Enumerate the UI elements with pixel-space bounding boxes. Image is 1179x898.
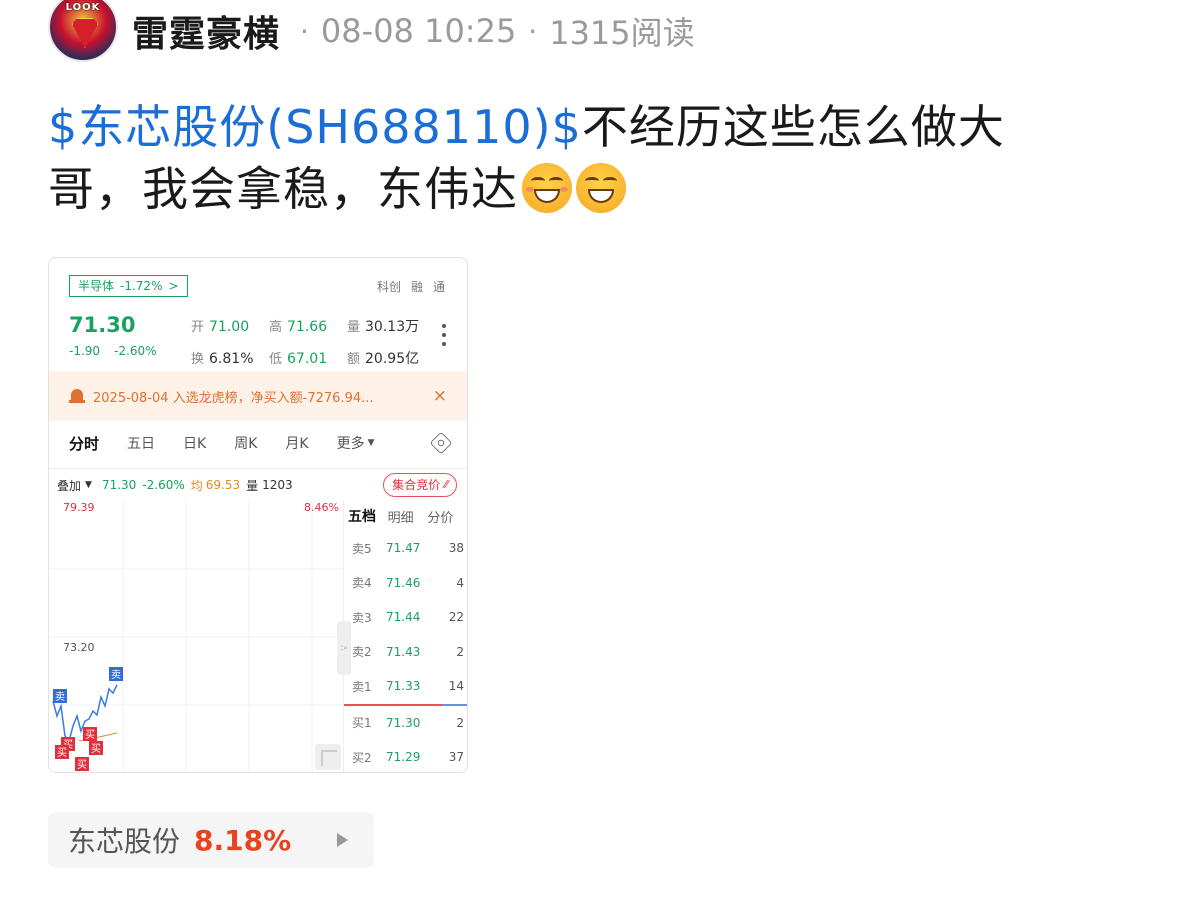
quote-grid: 开 71.00 高 71.66 量 30.13万 换 6.81% 低 67.01 额 20.… xyxy=(191,316,447,368)
ask-row: 卖5 71.47 38 xyxy=(352,541,464,556)
author-name[interactable]: 雷霆豪横 xyxy=(132,5,280,57)
order-book-tabs: 五档 明细 分价 xyxy=(344,501,467,531)
notice-banner[interactable]: 2025-08-04 入选龙虎榜，净买入额-7276.94... × xyxy=(49,371,467,421)
tab-more[interactable]: 更多 ▼ xyxy=(337,433,375,453)
call-auction-button[interactable]: 集合竞价 ⁄⁄ xyxy=(383,473,457,497)
tab-monthly-k[interactable]: 月K xyxy=(285,433,308,453)
play-arrow-icon xyxy=(337,833,348,847)
overlay-label[interactable]: 叠加 xyxy=(57,477,81,494)
tab-five-levels[interactable]: 五档 xyxy=(348,506,388,526)
ask-row: 卖3 71.44 22 xyxy=(352,610,464,625)
svg-text:买: 买 xyxy=(77,759,87,771)
alarm-bell-icon xyxy=(69,388,85,404)
big-grin-emoji-icon xyxy=(576,163,626,213)
change-percent: -2.60% xyxy=(114,344,157,358)
grin-face-emoji-icon xyxy=(522,163,572,213)
tab-five-day[interactable]: 五日 xyxy=(127,433,155,453)
stock-chip-pct: 8.18% xyxy=(194,823,292,857)
meta-separator: · xyxy=(300,14,309,48)
stock-screenshot-card[interactable]: 半导体 -1.72% > 科创 融 通 71.30 -1.90 -2.60% 开… xyxy=(48,257,468,773)
sector-tag[interactable]: 半导体 -1.72% > xyxy=(69,275,188,297)
chart-mid-price: 73.20 xyxy=(63,641,95,654)
fullscreen-icon[interactable] xyxy=(315,744,341,770)
current-price: 71.30 xyxy=(69,313,136,337)
chevron-right-icon: > xyxy=(168,279,179,293)
settings-icon[interactable] xyxy=(429,431,453,455)
quote-amount: 额 20.95亿 xyxy=(347,351,420,367)
chart-tabs: 分时 五日 日K 周K 月K 更多 ▼ xyxy=(69,430,453,456)
avg-label: 均 xyxy=(190,478,203,493)
post-time: 08-08 10:25 xyxy=(320,12,517,50)
meta-separator: · xyxy=(528,14,538,48)
caret-down-icon: ▼ xyxy=(367,438,375,448)
post-header: LOOK 雷霆豪横 · 08-08 10:25 · 1315阅读 xyxy=(48,0,695,62)
stock-link[interactable]: $东芯股份(SH688110)$ xyxy=(48,100,582,154)
vol-value: 1203 xyxy=(262,478,293,492)
post-body: $东芯股份(SH688110)$不经历这些怎么做大哥，我会拿稳，东伟达 xyxy=(48,96,1068,220)
chart-high-price: 79.39 xyxy=(63,501,95,514)
post-meta: · 08-08 10:25 · 1315阅读 xyxy=(288,8,695,54)
svg-text:卖: 卖 xyxy=(55,691,65,703)
ask-row: 卖1 71.33 14 xyxy=(352,679,464,694)
avatar-text: LOOK xyxy=(65,2,101,13)
tab-weekly-k[interactable]: 周K xyxy=(234,433,257,453)
bid-row: 买2 71.29 37 xyxy=(352,750,464,765)
notice-text: 2025-08-04 入选龙虎榜，净买入额-7276.94... xyxy=(93,390,374,406)
stock-chip[interactable]: 东芯股份 8.18% xyxy=(48,812,374,868)
overlay-row: 叠加 ▼ 71.30 -2.60% 均 69.53 量 1203 集合竞价 ⁄⁄ xyxy=(57,470,457,500)
avatar[interactable]: LOOK xyxy=(48,0,118,62)
badge-margin: 融 xyxy=(410,280,423,294)
shield-icon xyxy=(72,18,98,48)
stock-badges: 科创 融 通 xyxy=(377,278,445,295)
read-count: 1315阅读 xyxy=(549,14,695,52)
ask-row: 卖4 71.46 4 xyxy=(352,575,464,591)
more-vertical-icon[interactable] xyxy=(441,324,447,346)
intraday-chart[interactable]: 卖 卖 买 买 买 买 买 79.39 8.46% 73.20 > xyxy=(49,501,351,772)
avg-price: 69.53 xyxy=(205,478,241,492)
svg-text:卖: 卖 xyxy=(111,669,121,681)
badge-star-market: 科创 xyxy=(376,280,401,294)
quote-turnover: 换 6.81% xyxy=(191,351,254,367)
badge-connect: 通 xyxy=(432,280,445,294)
svg-text:买: 买 xyxy=(85,729,95,741)
overlay-price: 71.30 xyxy=(101,478,137,492)
divider xyxy=(49,468,467,469)
change-amount: -1.90 xyxy=(69,344,101,358)
price-change: -1.90 -2.60% xyxy=(69,344,157,358)
quote-volume: 量 30.13万 xyxy=(347,319,420,335)
close-icon[interactable]: × xyxy=(433,386,447,406)
quote-high: 高 71.66 xyxy=(269,319,328,335)
caret-down-icon[interactable]: ▼ xyxy=(85,480,92,490)
tab-details[interactable]: 明细 xyxy=(388,507,428,526)
vol-label: 量 xyxy=(246,478,259,493)
sector-name: 半导体 xyxy=(78,279,115,293)
sector-pct: -1.72% xyxy=(120,279,163,293)
tab-price-distribution[interactable]: 分价 xyxy=(427,507,467,526)
stock-chip-name: 东芯股份 xyxy=(68,825,181,858)
quote-open: 开 71.00 xyxy=(191,319,250,335)
quote-low: 低 67.01 xyxy=(269,351,328,367)
ask-row: 卖2 71.43 2 xyxy=(352,644,464,660)
overlay-pct: -2.60% xyxy=(142,478,185,492)
slash-icon: ⁄⁄ xyxy=(444,478,448,491)
chart-high-pct: 8.46% xyxy=(304,501,339,514)
tab-daily-k[interactable]: 日K xyxy=(183,433,206,453)
intraday-chart-svg: 卖 卖 买 买 买 买 买 xyxy=(49,501,343,772)
svg-text:买: 买 xyxy=(57,747,67,759)
svg-text:买: 买 xyxy=(91,743,101,755)
bid-row: 买1 71.30 2 xyxy=(352,715,464,731)
order-book: 五档 明细 分价 卖5 71.47 38 卖4 71.46 4 卖3 71.44 22 卖2… xyxy=(343,501,467,772)
tab-intraday[interactable]: 分时 xyxy=(69,433,99,454)
